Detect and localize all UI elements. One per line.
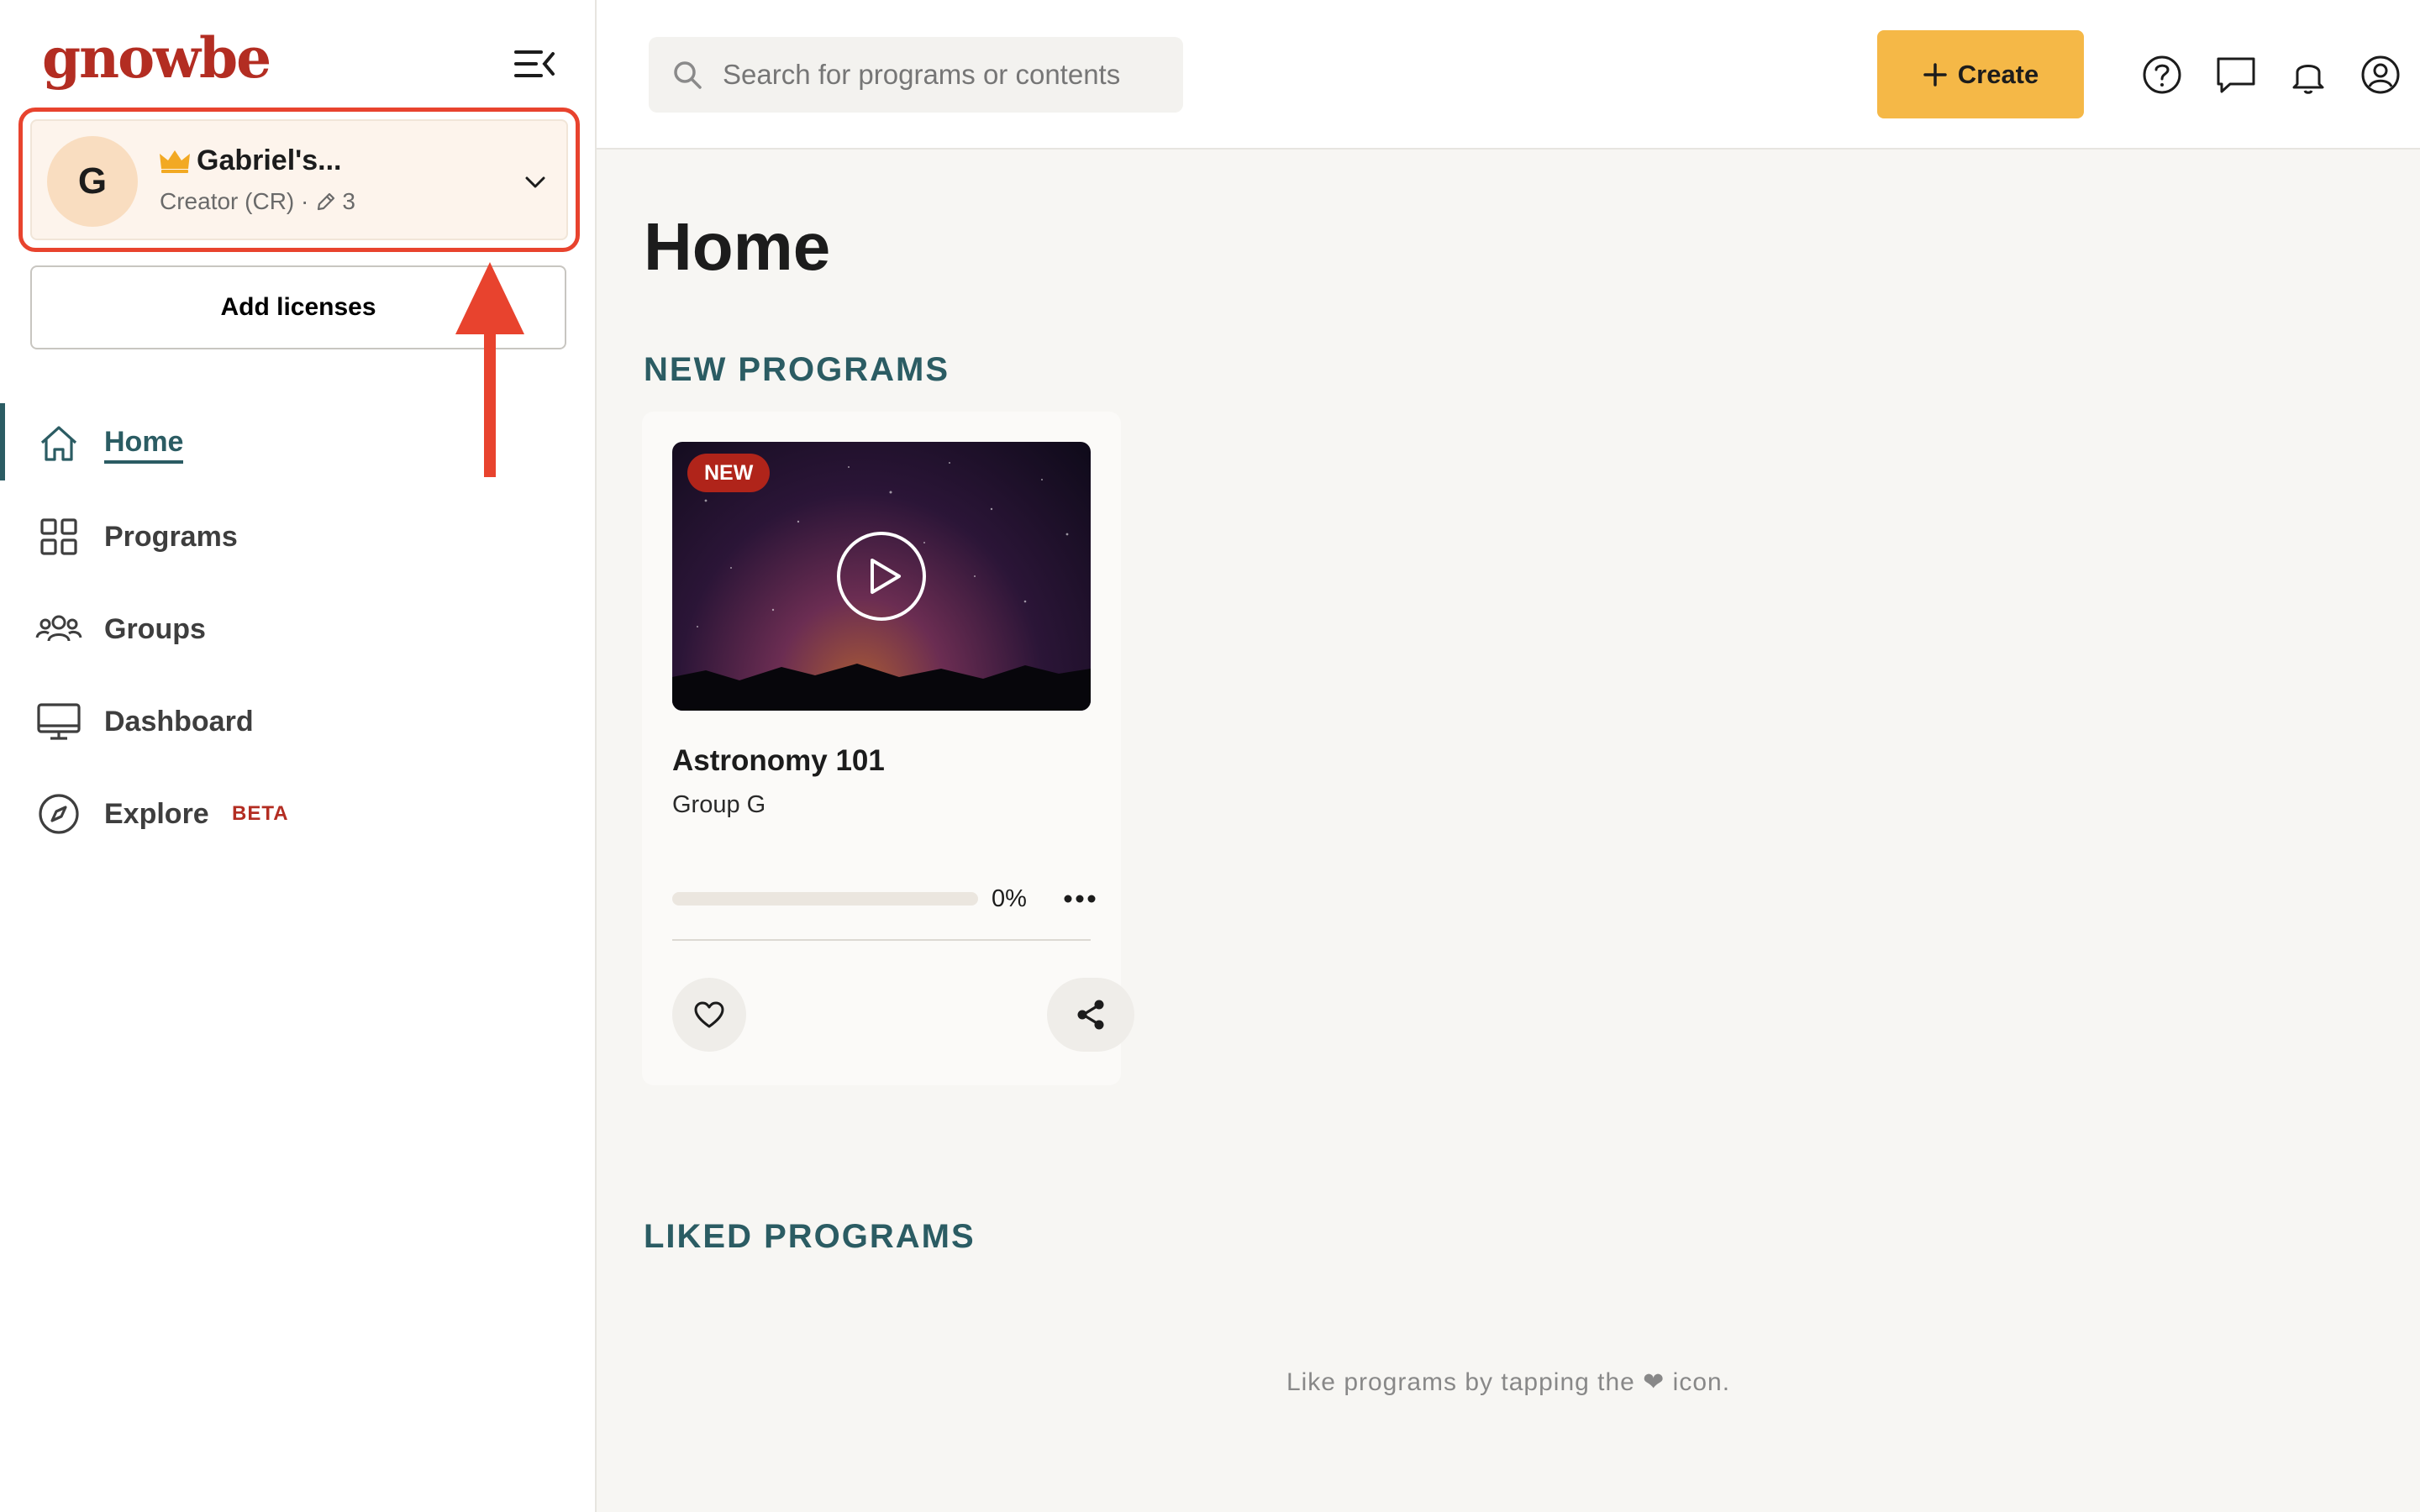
collapse-sidebar-button[interactable]	[511, 44, 558, 84]
nav-label-programs: Programs	[104, 520, 238, 553]
nav-label-home: Home	[104, 426, 184, 464]
search-bar[interactable]	[649, 37, 1183, 113]
app-root: gnowbe G Gabriel's... Creator (CR) · 3 A…	[0, 0, 2420, 1512]
nav-item-explore[interactable]: Explore BETA	[0, 768, 595, 860]
heart-icon	[694, 1001, 724, 1028]
pencil-icon	[318, 192, 335, 211]
home-icon	[40, 426, 77, 461]
beta-badge: BETA	[232, 802, 289, 825]
share-icon	[1077, 1000, 1104, 1030]
chat-icon[interactable]	[2215, 54, 2257, 96]
card-divider	[672, 939, 1091, 941]
org-name-row: Gabriel's...	[158, 144, 342, 177]
new-programs-heading: NEW PROGRAMS	[644, 351, 950, 388]
org-switcher[interactable]: G Gabriel's... Creator (CR) · 3	[30, 119, 568, 240]
sidebar: gnowbe G Gabriel's... Creator (CR) · 3 A…	[0, 0, 597, 1512]
top-bar: Create	[597, 0, 2420, 150]
like-button[interactable]	[672, 978, 746, 1052]
program-thumbnail[interactable]: NEW	[672, 442, 1091, 711]
nav-item-home[interactable]: Home	[0, 398, 595, 491]
plus-icon	[1923, 62, 1947, 87]
account-icon[interactable]	[2360, 54, 2402, 96]
nav-label-dashboard: Dashboard	[104, 705, 254, 738]
liked-empty-message: Like programs by tapping the ❤ icon.	[1286, 1368, 1731, 1396]
more-options-icon[interactable]	[1059, 882, 1101, 916]
collapse-sidebar-icon	[514, 50, 555, 77]
progress-percent: 0%	[992, 885, 1027, 912]
nav-label-groups: Groups	[104, 612, 206, 645]
program-group: Group G	[672, 791, 766, 818]
program-card[interactable]: NEW Astronomy 101 Group G 0%	[642, 412, 1134, 1085]
liked-programs-heading: LIKED PROGRAMS	[644, 1218, 976, 1255]
main-content: Home NEW PROGRAMS NEW Astronomy 101 Grou…	[597, 150, 2420, 1512]
org-role-line: Creator (CR) · 3	[160, 188, 355, 215]
gnowbe-logo[interactable]: gnowbe	[42, 25, 271, 91]
help-icon[interactable]	[2141, 54, 2183, 96]
org-role: Creator (CR) ·	[160, 188, 309, 214]
page-title: Home	[644, 209, 831, 284]
program-title[interactable]: Astronomy 101	[672, 744, 885, 778]
create-button-label: Create	[1957, 59, 2039, 89]
grid-icon	[40, 518, 77, 555]
nav-label-explore: Explore	[104, 797, 209, 830]
crown-icon	[160, 150, 190, 173]
play-icon[interactable]	[835, 530, 928, 622]
org-edit-count: 3	[342, 188, 355, 214]
share-button[interactable]	[1047, 978, 1134, 1052]
org-name: Gabriel's...	[197, 144, 342, 176]
nav-item-dashboard[interactable]: Dashboard	[0, 675, 595, 768]
bell-icon[interactable]	[2287, 54, 2329, 96]
progress-bar	[672, 892, 978, 906]
search-icon	[674, 61, 702, 89]
chevron-down-icon	[525, 176, 545, 188]
create-button[interactable]: Create	[1877, 30, 2084, 118]
nav-item-programs[interactable]: Programs	[0, 491, 595, 583]
search-input[interactable]	[723, 59, 1176, 91]
nav-item-groups[interactable]: Groups	[0, 583, 595, 675]
new-badge: NEW	[687, 454, 771, 492]
org-avatar: G	[47, 136, 138, 227]
users-icon	[35, 615, 82, 642]
main-nav: Home Programs Groups Dashboard Explore B…	[0, 398, 595, 860]
mountain-silhouette	[672, 664, 1091, 711]
monitor-icon	[37, 703, 81, 740]
compass-icon	[39, 794, 79, 834]
